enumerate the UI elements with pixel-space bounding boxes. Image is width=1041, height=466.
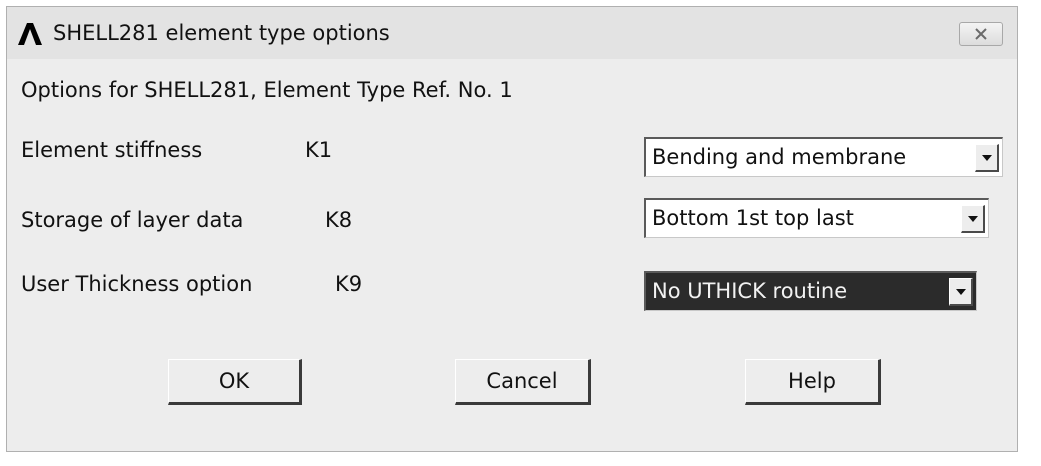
option-key-k8: K8	[325, 208, 353, 232]
user-thickness-select[interactable]: No UTHICK routine	[644, 271, 977, 311]
chevron-down-icon[interactable]	[975, 144, 999, 172]
option-key-k9: K9	[335, 272, 363, 296]
cancel-button[interactable]: Cancel	[455, 359, 591, 405]
option-key-k1: K1	[305, 138, 333, 162]
option-label-user-thickness: User Thickness option	[21, 272, 253, 296]
chevron-down-icon[interactable]	[949, 278, 973, 306]
element-stiffness-value: Bending and membrane	[652, 145, 907, 169]
options-heading: Options for SHELL281, Element Type Ref. …	[21, 78, 513, 102]
option-label-storage-of-layer-data: Storage of layer data	[21, 208, 244, 232]
close-button[interactable]	[959, 22, 1003, 46]
element-stiffness-select[interactable]: Bending and membrane	[644, 137, 1003, 177]
ok-button[interactable]: OK	[168, 359, 302, 405]
window-title: SHELL281 element type options	[53, 21, 390, 45]
layer-data-storage-select[interactable]: Bottom 1st top last	[644, 198, 989, 238]
ansys-logo-icon	[17, 22, 43, 46]
layer-data-storage-value: Bottom 1st top last	[652, 206, 854, 230]
help-button[interactable]: Help	[745, 359, 881, 405]
chevron-down-icon[interactable]	[961, 205, 985, 233]
title-bar[interactable]: SHELL281 element type options	[7, 7, 1017, 59]
user-thickness-value: No UTHICK routine	[652, 279, 848, 303]
close-icon	[975, 25, 987, 44]
option-label-element-stiffness: Element stiffness	[21, 138, 203, 162]
element-type-options-dialog: SHELL281 element type options Options fo…	[6, 6, 1018, 452]
